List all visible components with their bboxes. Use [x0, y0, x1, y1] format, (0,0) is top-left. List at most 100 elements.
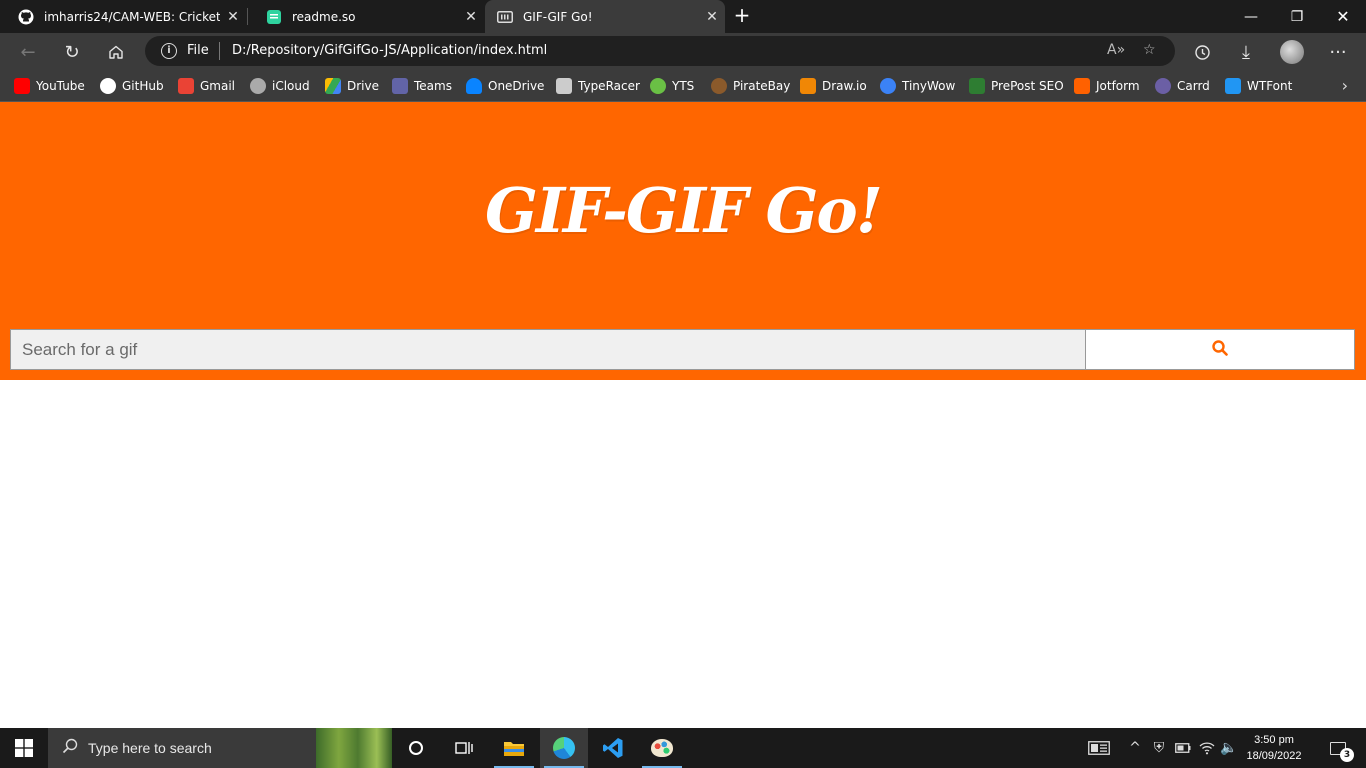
vscode-icon[interactable]	[589, 728, 637, 768]
favorite-wtfont[interactable]: WTFont	[1225, 76, 1292, 96]
favorite-label: WTFont	[1247, 79, 1293, 93]
browser-chrome: imharris24/CAM-WEB: Cricket Ac ✕ readme.…	[0, 0, 1366, 102]
search-icon	[1212, 339, 1228, 360]
address-bar[interactable]: i File D:/Repository/GifGifGo-JS/Applica…	[145, 36, 1175, 66]
refresh-icon[interactable]: ↻	[56, 36, 88, 68]
notification-badge: 3	[1340, 748, 1354, 762]
favorite-typeracer[interactable]: TypeRacer	[556, 76, 640, 96]
tab-readme[interactable]: readme.so ✕	[248, 0, 484, 33]
piratebay-icon	[711, 78, 727, 94]
prepostseo-icon	[969, 78, 985, 94]
favorite-carrd[interactable]: Carrd	[1155, 76, 1210, 96]
favorite-label: Teams	[414, 79, 452, 93]
favorite-gmail[interactable]: Gmail	[178, 76, 235, 96]
chevron-right-icon[interactable]: ›	[1342, 76, 1348, 95]
github-icon	[100, 78, 116, 94]
cortana-icon[interactable]	[392, 728, 440, 768]
file-explorer-icon[interactable]	[490, 728, 538, 768]
close-window-icon[interactable]: ✕	[1320, 0, 1366, 33]
typeracer-icon	[556, 78, 572, 94]
apple-icon	[250, 78, 266, 94]
readme-icon	[266, 9, 282, 25]
close-tab-icon[interactable]: ✕	[699, 9, 725, 25]
browser-toolbar: ← ↻ i File D:/Repository/GifGifGo-JS/App…	[0, 33, 1366, 70]
favorite-drive[interactable]: Drive	[325, 76, 379, 96]
more-menu-icon[interactable]: ···	[1322, 36, 1354, 68]
tinywow-icon	[880, 78, 896, 94]
favorite-label: YouTube	[36, 79, 85, 93]
info-icon[interactable]: i	[161, 43, 177, 59]
favorite-label: Drive	[347, 79, 379, 93]
favorite-teams[interactable]: Teams	[392, 76, 452, 96]
home-icon[interactable]	[100, 36, 132, 68]
teams-icon	[392, 78, 408, 94]
new-tab-icon[interactable]: +	[730, 4, 754, 28]
drive-icon	[325, 78, 341, 94]
url-text[interactable]: D:/Repository/GifGifGo-JS/Application/in…	[232, 43, 547, 58]
history-icon[interactable]	[1186, 36, 1218, 68]
favorite-icloud[interactable]: iCloud	[250, 76, 310, 96]
task-view-icon[interactable]	[440, 728, 488, 768]
page-content: GIF-GIF Go!	[0, 102, 1366, 728]
yts-icon	[650, 78, 666, 94]
edge-icon[interactable]	[540, 728, 588, 768]
taskbar-search-box[interactable]: Type here to search	[48, 728, 392, 768]
tab-title: readme.so	[292, 9, 356, 24]
close-tab-icon[interactable]: ✕	[458, 9, 484, 25]
battery-icon[interactable]	[1172, 728, 1194, 768]
clock-date: 18/09/2022	[1246, 750, 1302, 762]
news-widget-icon[interactable]	[1084, 728, 1114, 768]
favorite-label: OneDrive	[488, 79, 545, 93]
chevron-up-icon[interactable]: ^	[1126, 728, 1144, 768]
favorite-drawio[interactable]: Draw.io	[800, 76, 867, 96]
page-title: GIF-GIF Go!	[485, 174, 883, 247]
onedrive-icon	[466, 78, 482, 94]
favorite-label: TypeRacer	[578, 79, 640, 93]
clock-time: 3:50 pm	[1254, 734, 1294, 746]
favorites-bar: YouTube GitHub Gmail iCloud Drive Teams …	[0, 70, 1366, 102]
download-icon[interactable]: ⤓	[1230, 36, 1262, 68]
tab-gifgifgo[interactable]: GIF-GIF Go! ✕	[485, 0, 725, 33]
windows-start-icon[interactable]	[0, 728, 48, 768]
page-icon	[497, 9, 513, 25]
favorite-label: iCloud	[272, 79, 310, 93]
favorite-label: Carrd	[1177, 79, 1210, 93]
favorite-github[interactable]: GitHub	[100, 76, 164, 96]
gmail-icon	[178, 78, 194, 94]
favorite-tinywow[interactable]: TinyWow	[880, 76, 955, 96]
minimize-icon[interactable]: —	[1228, 0, 1274, 33]
tab-github[interactable]: imharris24/CAM-WEB: Cricket Ac ✕	[0, 0, 246, 33]
favorite-label: YTS	[672, 79, 695, 93]
notification-center-icon[interactable]: 3	[1318, 728, 1358, 768]
add-favorite-icon[interactable]: ☆	[1143, 42, 1156, 58]
close-tab-icon[interactable]: ✕	[220, 9, 246, 25]
tab-strip: imharris24/CAM-WEB: Cricket Ac ✕ readme.…	[0, 0, 1366, 33]
avatar[interactable]	[1276, 36, 1308, 68]
favorite-jotform[interactable]: Jotform	[1074, 76, 1140, 96]
header-banner: GIF-GIF Go!	[0, 102, 1366, 380]
search-highlight-image	[316, 728, 392, 768]
favorite-label: Gmail	[200, 79, 236, 93]
favorite-yts[interactable]: YTS	[650, 76, 694, 96]
wifi-icon[interactable]	[1196, 728, 1218, 768]
read-aloud-icon[interactable]: A»	[1107, 42, 1125, 58]
restore-icon[interactable]: ❐	[1274, 0, 1320, 33]
scheme-label: File	[187, 43, 209, 58]
taskbar-search-placeholder: Type here to search	[88, 740, 212, 756]
system-clock[interactable]: 3:50 pm 18/09/2022	[1240, 732, 1308, 764]
favorite-youtube[interactable]: YouTube	[14, 76, 85, 96]
volume-icon[interactable]: 🔈	[1218, 728, 1240, 768]
search-button[interactable]	[1085, 329, 1355, 370]
favorite-onedrive[interactable]: OneDrive	[466, 76, 544, 96]
security-icon[interactable]: ⛨	[1148, 728, 1170, 768]
favorite-label: GitHub	[122, 79, 164, 93]
back-arrow-icon[interactable]: ←	[12, 36, 44, 68]
favorite-prepostseo[interactable]: PrePost SEO	[969, 76, 1064, 96]
favorite-piratebay[interactable]: PirateBay	[711, 76, 790, 96]
search-input[interactable]	[10, 329, 1086, 370]
paint-icon[interactable]	[638, 728, 686, 768]
wtfont-icon	[1225, 78, 1241, 94]
search-icon	[62, 738, 78, 758]
taskbar: Type here to search ^ ⛨ 🔈 3:50 pm 18/09/…	[0, 728, 1366, 768]
jotform-icon	[1074, 78, 1090, 94]
